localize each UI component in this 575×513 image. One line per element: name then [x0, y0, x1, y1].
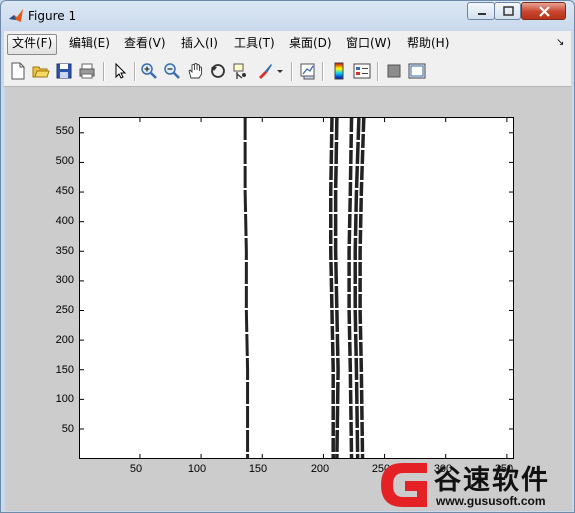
menu-file[interactable]: 文件(F): [7, 34, 58, 55]
print-icon[interactable]: [78, 62, 96, 80]
y-tick-label: 50: [61, 423, 74, 435]
menu-insert[interactable]: 插入(I): [177, 34, 222, 53]
y-tick-label: 350: [55, 245, 74, 257]
link-plot-icon[interactable]: [299, 62, 317, 80]
plot-axes[interactable]: [79, 117, 514, 459]
matlab-logo-icon: [9, 9, 23, 22]
toolbar-separator: [377, 62, 379, 81]
rotate-3d-icon[interactable]: [209, 62, 227, 80]
edge-line-3: [333, 118, 340, 458]
menu-edit[interactable]: 编辑(E): [65, 34, 114, 53]
toolbar-separator: [322, 62, 324, 81]
edge-line-5: [353, 118, 361, 458]
brush-icon[interactable]: [256, 62, 274, 80]
y-tick-label: 300: [55, 274, 74, 286]
title-bar[interactable]: Figure 1: [1, 1, 574, 31]
watermark-text: 谷速软件: [434, 465, 550, 496]
show-plot-tools-icon[interactable]: [408, 62, 426, 80]
y-tick-label: 200: [55, 334, 74, 346]
close-button[interactable]: [521, 2, 566, 20]
edge-line-4: [347, 118, 354, 458]
window-title: Figure 1: [28, 9, 77, 23]
menu-bar: 文件(F) 编辑(E) 查看(V) 插入(I) 工具(T) 桌面(D) 窗口(W…: [4, 31, 571, 56]
x-tick-label: 50: [129, 463, 143, 475]
save-icon[interactable]: [55, 62, 73, 80]
hide-plot-tools-icon[interactable]: [385, 62, 403, 80]
toolbar-separator: [134, 62, 136, 81]
maximize-button[interactable]: [494, 2, 521, 20]
y-tick-label: 450: [55, 185, 74, 197]
close-icon: [539, 6, 550, 17]
plot-area: [80, 118, 513, 458]
zoom-in-icon[interactable]: [140, 62, 158, 80]
pointer-icon[interactable]: [111, 62, 129, 80]
toolbar-separator: [103, 62, 105, 81]
menu-tools[interactable]: 工具(T): [230, 34, 279, 53]
x-tick-label: 150: [248, 463, 268, 475]
y-tick-label: 150: [55, 364, 74, 376]
y-tick-label: 550: [55, 125, 74, 137]
minimize-icon: [478, 13, 486, 15]
figure-toolbar: [4, 56, 571, 87]
x-tick-label: 100: [187, 463, 207, 475]
zoom-out-icon[interactable]: [163, 62, 181, 80]
menu-window[interactable]: 窗口(W): [342, 34, 395, 53]
data-cursor-icon[interactable]: [232, 62, 250, 80]
minimize-button[interactable]: [467, 2, 495, 20]
edge-line-1: [243, 118, 250, 458]
open-file-icon[interactable]: [32, 62, 50, 80]
edge-line-6: [358, 118, 366, 458]
watermark-url: www.gususoft.com: [436, 494, 546, 508]
y-tick-label: 100: [55, 393, 74, 405]
menu-desktop[interactable]: 桌面(D): [285, 34, 336, 53]
x-tick-label: 200: [310, 463, 330, 475]
menu-overflow-icon[interactable]: ↘: [556, 37, 564, 48]
new-figure-icon[interactable]: [9, 62, 27, 80]
pan-hand-icon[interactable]: [186, 62, 204, 80]
y-tick-label: 500: [55, 155, 74, 167]
legend-icon[interactable]: [353, 62, 371, 80]
y-tick-label: 400: [55, 215, 74, 227]
colorbar-icon[interactable]: [330, 62, 348, 80]
toolbar-separator: [291, 62, 293, 81]
edge-line-2: [328, 118, 335, 458]
brush-dropdown-icon[interactable]: [275, 62, 285, 80]
maximize-icon: [503, 6, 514, 16]
y-tick-label: 250: [55, 304, 74, 316]
menu-view[interactable]: 查看(V): [120, 34, 170, 53]
menu-help[interactable]: 帮助(H): [403, 34, 453, 53]
